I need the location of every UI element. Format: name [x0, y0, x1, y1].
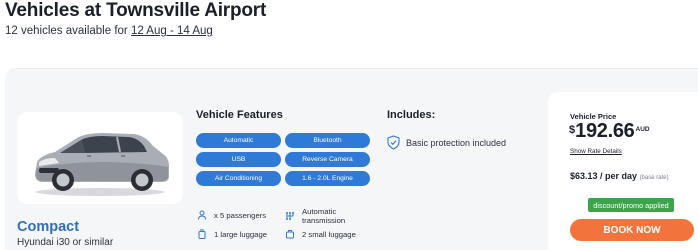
price-amount: 192.66: [575, 120, 635, 142]
features-title: Vehicle Features: [196, 109, 283, 121]
base-rate-note: (base rate): [639, 175, 669, 181]
includes-title: Includes:: [387, 109, 436, 121]
promo-badge: discount/promo applied: [588, 198, 674, 212]
feature-pill-bluetooth[interactable]: Bluetooth: [285, 133, 370, 148]
vehicle-model: Hyundai i30 or similar: [17, 237, 114, 248]
small-luggage-icon: [286, 230, 294, 239]
transmission-icon: [286, 212, 294, 220]
book-now-button[interactable]: BOOK NOW: [570, 219, 694, 241]
feature-pill-reverse-camera[interactable]: Reverse Camera: [285, 152, 370, 167]
transmission-text-line2: transmission: [302, 216, 346, 225]
include-text: Basic protection included: [406, 137, 507, 148]
include-basic-protection: Basic protection included: [387, 135, 506, 150]
spec-transmission: Automatic transmission: [285, 207, 345, 225]
vehicle-class: Compact: [17, 219, 80, 235]
small-luggage-text: 2 small luggage: [302, 229, 356, 239]
luggage-icon: [198, 229, 206, 239]
spec-passengers: x 5 passengers: [197, 210, 266, 220]
feature-pill-automatic[interactable]: Automatic: [196, 133, 281, 148]
feature-pill-usb[interactable]: USB: [196, 152, 281, 167]
feature-pill-engine[interactable]: 1.6 - 2.0L Engine: [285, 171, 370, 186]
page-title: Vehicles at Townsville Airport: [5, 0, 267, 21]
spec-small-luggage: 2 small luggage: [285, 229, 356, 239]
shield-check-icon: [387, 135, 400, 150]
car-image: [35, 133, 169, 196]
date-range-link[interactable]: 12 Aug - 14 Aug: [131, 25, 213, 37]
per-day-rate: $63.13 / per day (base rate): [570, 171, 669, 181]
feature-pill-air-conditioning[interactable]: Air Conditioning: [196, 171, 281, 186]
car-image-panel: [17, 112, 183, 204]
per-day-amount: $63.13 / per day: [570, 171, 638, 181]
luggage-text: 1 large luggage: [214, 229, 268, 239]
price-currency-code: AUD: [635, 126, 650, 133]
spec-luggage: 1 large luggage: [197, 229, 267, 239]
availability-count: 12 vehicles available for: [5, 25, 128, 37]
passengers-text: x 5 passengers: [214, 210, 267, 220]
show-rate-details-link[interactable]: Show Rate Details: [570, 148, 622, 155]
vehicle-price: $ 192.66 AUD: [569, 120, 650, 143]
person-icon: [198, 210, 206, 220]
availability-subtitle: 12 vehicles available for 12 Aug - 14 Au…: [5, 25, 213, 37]
transmission-text-line1: Automatic: [302, 207, 337, 216]
